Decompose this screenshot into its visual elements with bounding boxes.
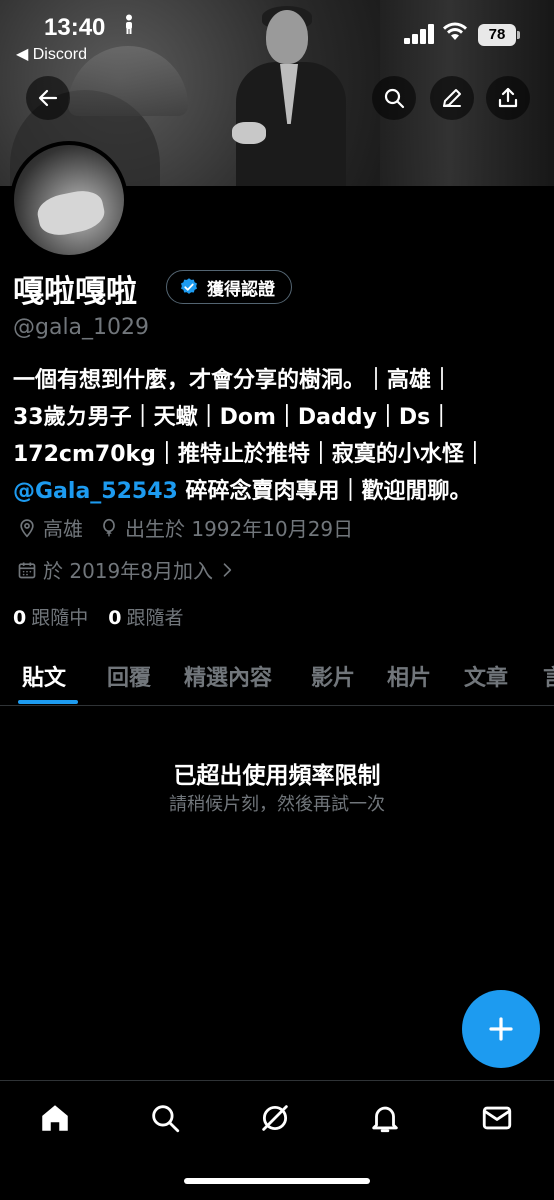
following-count: 0 [13, 607, 27, 629]
profile-bio: 一個有想到什麼，才會分享的樹洞。｜高雄｜ 33歲ㄉ男子｜天蠍｜Dom｜Daddy… [13, 362, 543, 510]
home-icon [42, 1105, 68, 1131]
tab-replies[interactable]: 回覆 [107, 660, 151, 692]
nav-search-button[interactable] [148, 1101, 182, 1135]
nav-home-button[interactable] [38, 1101, 72, 1135]
tab-posts[interactable]: 貼文 [22, 660, 66, 692]
location-pin-icon [20, 518, 34, 538]
bio-line: 172cm70kg｜推特止於推特｜寂寞的小水怪｜ [13, 442, 486, 467]
grok-icon [262, 1105, 288, 1131]
search-icon [384, 88, 405, 109]
edit-button[interactable] [430, 76, 474, 120]
following-link[interactable]: 0 跟隨中 [13, 607, 88, 629]
followers-count: 0 [108, 607, 122, 629]
tab-videos[interactable]: 影片 [311, 660, 355, 692]
birthday-text: 出生於 1992年10月29日 [125, 517, 354, 541]
tab-more[interactable]: 言 [543, 660, 554, 692]
cellular-signal-icon [404, 24, 436, 44]
share-button[interactable] [486, 76, 530, 120]
verified-label: 獲得認證 [207, 279, 275, 300]
location-birthday-row: 高雄 出生於 1992年10月29日 [17, 513, 353, 542]
joined-text: 於 2019年8月加入 [43, 559, 213, 583]
tab-articles[interactable]: 文章 [464, 660, 508, 692]
rate-limit-title: 已超出使用頻率限制 [173, 763, 381, 789]
tab-photos[interactable]: 相片 [387, 660, 431, 692]
back-button[interactable] [26, 76, 70, 120]
search-button[interactable] [372, 76, 416, 120]
status-time: 13:40 [44, 14, 106, 41]
followers-label: 跟隨者 [126, 607, 184, 629]
following-label: 跟隨中 [31, 607, 89, 629]
nav-messages-button[interactable] [480, 1101, 514, 1135]
share-icon [498, 87, 518, 108]
arrow-left-icon [38, 89, 58, 107]
rate-limit-subtitle: 請稍候片刻，然後再試一次 [169, 794, 385, 815]
pencil-icon [443, 89, 461, 107]
verified-check-icon [181, 278, 197, 294]
chevron-right-icon [223, 562, 232, 577]
active-tab-indicator [18, 700, 78, 704]
joined-row[interactable]: 於 2019年8月加入 [17, 555, 243, 584]
nav-grok-button[interactable] [258, 1101, 292, 1135]
verified-badge-button[interactable]: 獲得認證 [166, 270, 292, 304]
followers-link[interactable]: 0 跟隨者 [108, 607, 183, 629]
nav-notifications-button[interactable] [368, 1101, 402, 1135]
bio-line-text: 碎碎念賣肉專用｜歡迎閒聊。 [177, 479, 472, 504]
back-to-app-link[interactable]: ◀ Discord [16, 44, 87, 64]
bio-mention-link[interactable]: @Gala_52543 [13, 479, 178, 504]
tab-highlights[interactable]: 精選內容 [184, 660, 272, 692]
compose-post-button[interactable] [462, 990, 540, 1068]
bio-line: @Gala_52543 碎碎念賣肉專用｜歡迎閒聊。 [13, 473, 543, 510]
home-indicator [184, 1178, 370, 1184]
bio-line: 一個有想到什麼，才會分享的樹洞。｜高雄｜ [13, 368, 454, 393]
display-name: 嘎啦嘎啦 [13, 274, 137, 310]
profile-tabs: 貼文 回覆 精選內容 影片 相片 文章 言 [0, 650, 554, 706]
balloon-icon [103, 518, 115, 536]
wifi-icon [442, 20, 468, 42]
avatar[interactable] [10, 141, 128, 259]
bell-icon [372, 1106, 398, 1133]
follow-counts: 0 跟隨中 0 跟隨者 [13, 603, 184, 630]
person-icon [122, 14, 136, 39]
location-text: 高雄 [43, 517, 83, 541]
profile-handle: @gala_1029 [13, 315, 150, 340]
search-icon [152, 1105, 180, 1133]
bio-line: 33歲ㄉ男子｜天蠍｜Dom｜Daddy｜Ds｜ [13, 405, 453, 430]
mail-icon [482, 1106, 512, 1130]
plus-icon [489, 1017, 513, 1041]
status-bar: 13:40 ◀ Discord 78 [0, 0, 554, 70]
avatar-hand-shape [34, 186, 108, 240]
calendar-icon [18, 562, 36, 578]
battery-indicator: 78 [478, 24, 520, 46]
